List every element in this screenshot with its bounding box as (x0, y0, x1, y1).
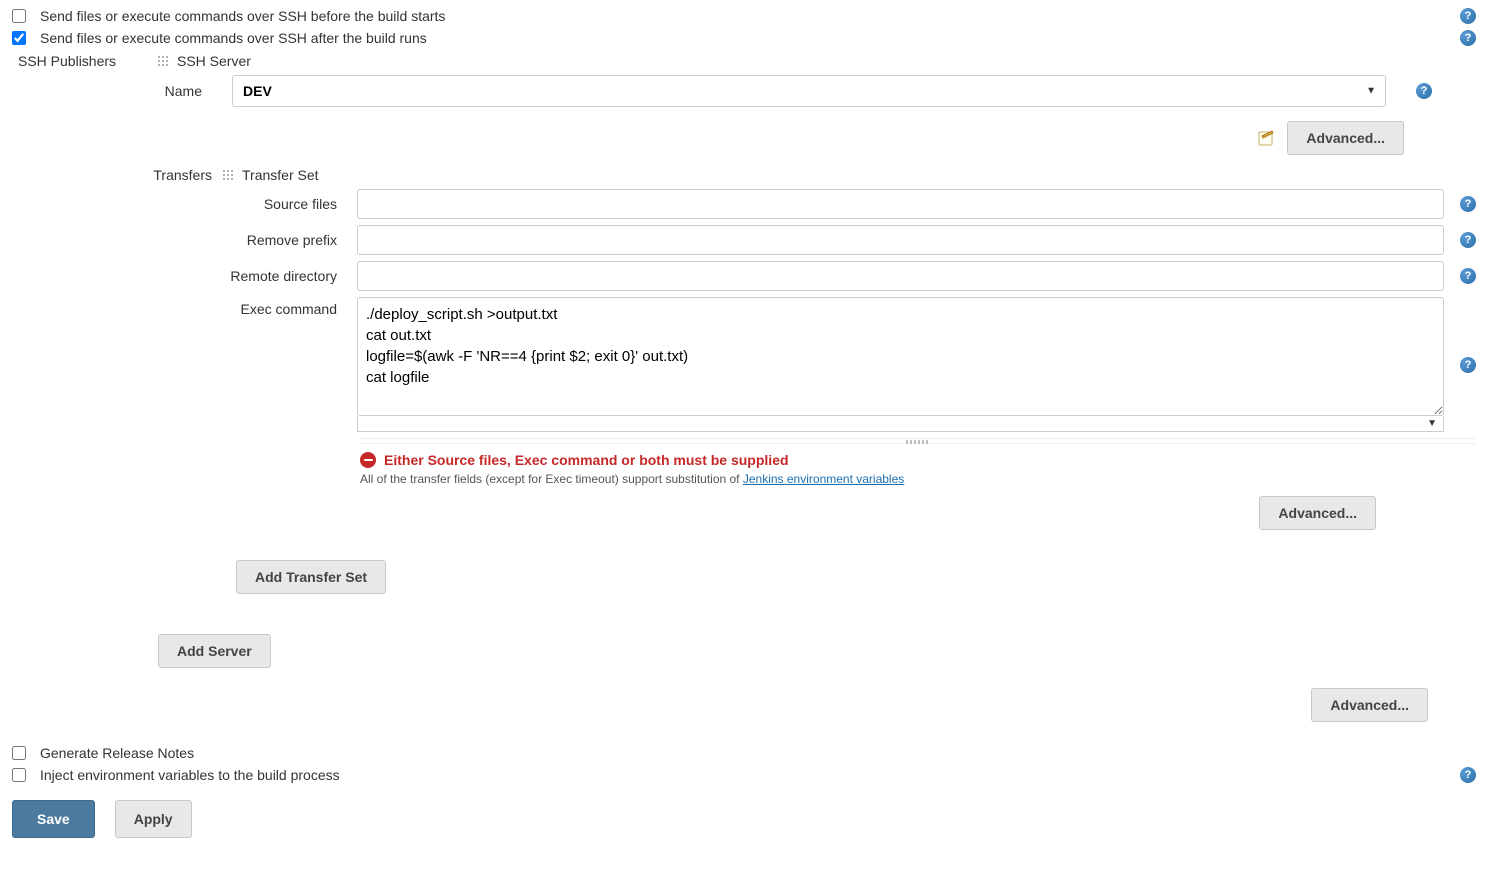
error-message: Either Source files, Exec command or bot… (384, 452, 789, 468)
name-label: Name (12, 83, 212, 99)
transfer-set-label: Transfer Set (242, 167, 319, 183)
error-icon (360, 452, 376, 468)
source-files-label: Source files (12, 196, 347, 212)
help-icon[interactable] (1460, 8, 1476, 24)
help-icon[interactable] (1460, 357, 1476, 373)
server-name-select[interactable]: DEV (232, 75, 1386, 107)
advanced-server-button[interactable]: Advanced... (1287, 121, 1404, 155)
transfers-label: Transfers (12, 167, 222, 183)
source-files-input[interactable] (357, 189, 1444, 219)
remove-prefix-label: Remove prefix (12, 232, 347, 248)
ssh-after-build-checkbox[interactable] (12, 31, 26, 45)
ssh-before-build-label[interactable]: Send files or execute commands over SSH … (40, 8, 445, 24)
add-transfer-set-button[interactable]: Add Transfer Set (236, 560, 386, 594)
advanced-publishers-button[interactable]: Advanced... (1311, 688, 1428, 722)
help-icon[interactable] (1460, 268, 1476, 284)
add-server-button[interactable]: Add Server (158, 634, 271, 668)
help-icon[interactable] (1460, 232, 1476, 248)
drag-handle-icon[interactable] (157, 55, 169, 67)
edit-icon[interactable] (1257, 128, 1277, 148)
release-notes-checkbox[interactable] (12, 746, 26, 760)
ssh-server-label: SSH Server (177, 53, 251, 69)
apply-button[interactable]: Apply (115, 800, 192, 838)
chevron-down-icon: ▼ (1427, 418, 1437, 429)
ssh-publishers-label: SSH Publishers (12, 53, 157, 69)
help-icon[interactable] (1460, 196, 1476, 212)
inject-env-checkbox[interactable] (12, 768, 26, 782)
help-icon[interactable] (1460, 30, 1476, 46)
ssh-before-build-checkbox[interactable] (12, 9, 26, 23)
ssh-after-build-label[interactable]: Send files or execute commands over SSH … (40, 30, 427, 46)
textarea-collapse-toggle[interactable]: ▼ (357, 416, 1444, 432)
exec-command-textarea[interactable] (357, 297, 1444, 416)
advanced-transfer-button[interactable]: Advanced... (1259, 496, 1376, 530)
help-icon[interactable] (1460, 767, 1476, 783)
remote-directory-input[interactable] (357, 261, 1444, 291)
inject-env-label[interactable]: Inject environment variables to the buil… (40, 767, 340, 783)
save-button[interactable]: Save (12, 800, 95, 838)
resize-grip[interactable] (360, 438, 1476, 444)
drag-handle-icon[interactable] (222, 169, 234, 181)
release-notes-label[interactable]: Generate Release Notes (40, 745, 194, 761)
remove-prefix-input[interactable] (357, 225, 1444, 255)
substitution-note: All of the transfer fields (except for E… (360, 472, 1476, 486)
jenkins-env-vars-link[interactable]: Jenkins environment variables (743, 472, 904, 486)
remote-directory-label: Remote directory (12, 268, 347, 284)
exec-command-label: Exec command (12, 297, 347, 317)
help-icon[interactable] (1416, 83, 1432, 99)
